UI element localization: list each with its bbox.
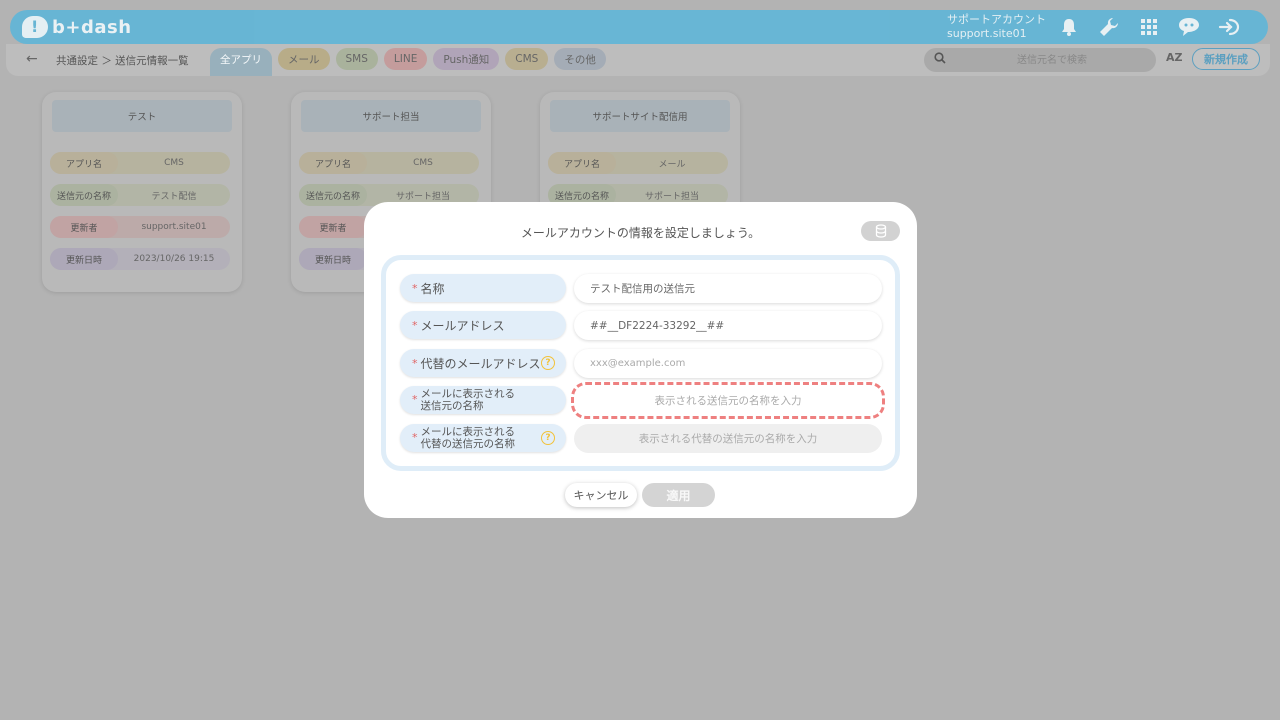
search-box [924, 48, 1156, 72]
form-row-email: * メールアドレス ##__DF2224-33292__## [400, 311, 898, 341]
help-icon[interactable]: ? [541, 431, 555, 445]
modal-title: メールアカウントの情報を設定しましょう。 [520, 226, 761, 240]
field-label-alt-display-name: * メールに表示される 代替の送信元の名称 ? [400, 424, 566, 452]
email-input[interactable]: ##__DF2224-33292__## [574, 311, 882, 340]
create-new-button[interactable]: 新規作成 [1192, 48, 1260, 70]
field-label-text-wrap: メールに表示される 送信元の名称 [421, 388, 516, 412]
tab-other[interactable]: その他 [554, 48, 606, 70]
card-row: アプリ名 メール [548, 152, 728, 174]
form-row-alt-display-name: * メールに表示される 代替の送信元の名称 ? 表示される代替の送信元の名称を入… [400, 424, 898, 454]
field-label-display-name: * メールに表示される 送信元の名称 [400, 386, 566, 414]
bell-icon[interactable] [1058, 16, 1080, 38]
card-value: support.site01 [141, 222, 207, 232]
wrench-icon[interactable] [1098, 16, 1120, 38]
card-key: アプリ名 [299, 152, 367, 174]
form-row-alt-email: * 代替のメールアドレス ? xxx@example.com [400, 349, 898, 379]
field-label-text: メールアドレス [420, 318, 505, 333]
card-key: アプリ名 [50, 152, 118, 174]
logo[interactable]: b+dash [22, 15, 132, 39]
cancel-button[interactable]: キャンセル [565, 483, 637, 507]
account-id: support.site01 [947, 27, 1027, 40]
card-value: テスト配信 [151, 191, 197, 202]
required-mark: * [412, 431, 418, 444]
form-frame: * 名称 テスト配信用の送信元 * メールアドレス ##__DF2224-332… [381, 255, 900, 471]
card-row: アプリ名 CMS [299, 152, 479, 174]
display-name-input[interactable]: 表示される送信元の名称を入力 [571, 382, 885, 419]
card-key: 送信元の名称 [299, 184, 367, 206]
back-arrow-icon[interactable]: ← [26, 51, 38, 67]
help-icon[interactable]: ? [541, 356, 555, 370]
sender-card[interactable]: テスト アプリ名 CMS 送信元の名称 テスト配信 更新者 support.si… [42, 92, 242, 292]
card-key: 送信元の名称 [50, 184, 118, 206]
field-label-name: * 名称 [400, 274, 566, 302]
tab-all-apps[interactable]: 全アプリ [210, 48, 272, 76]
card-key: アプリ名 [548, 152, 616, 174]
sub-toolbar: ← 共通設定 ＞ 送信元情報一覧 全アプリ メール SMS LINE Push通… [6, 44, 1270, 76]
field-label-line1: メールに表示される [420, 426, 516, 438]
sort-az-icon[interactable]: AZ [1166, 51, 1183, 64]
card-title: サポート担当 [301, 100, 481, 132]
field-label-text: 名称 [420, 281, 445, 296]
card-value: メール [658, 159, 686, 170]
card-row: 更新日時 2023/10/26 19:15 [50, 248, 230, 270]
field-label-line1: メールに表示される [420, 388, 516, 400]
tab-line[interactable]: LINE [383, 48, 428, 70]
card-value: サポート担当 [644, 191, 699, 202]
logo-text: b+dash [52, 16, 132, 38]
card-key: 更新日時 [299, 248, 367, 270]
mail-account-modal: メールアカウントの情報を設定しましょう。 * 名称 テスト配信用の送信元 * メ… [364, 202, 917, 518]
field-label-line2: 代替の送信元の名称 [420, 438, 516, 450]
apply-button[interactable]: 適用 [642, 483, 715, 507]
alt-display-name-input: 表示される代替の送信元の名称を入力 [574, 424, 882, 453]
account-name: サポートアカウント [947, 13, 1046, 26]
card-value: CMS [164, 158, 184, 168]
card-key: 更新者 [299, 216, 367, 238]
card-row: 更新者 support.site01 [50, 216, 230, 238]
app-header: b+dash サポートアカウント support.site01 [10, 10, 1268, 44]
field-label-alt-email: * 代替のメールアドレス ? [400, 349, 566, 377]
card-row: アプリ名 CMS [50, 152, 230, 174]
card-value: サポート担当 [395, 191, 450, 202]
chat-bot-icon[interactable] [1178, 16, 1200, 38]
logo-mark-icon [22, 16, 48, 38]
field-label-text-wrap: メールに表示される 代替の送信元の名称 [421, 426, 516, 450]
field-label-email: * メールアドレス [400, 311, 566, 339]
form-row-name: * 名称 テスト配信用の送信元 [400, 274, 898, 304]
tab-sms[interactable]: SMS [335, 48, 378, 70]
card-value: CMS [413, 158, 433, 168]
required-mark: * [412, 393, 418, 406]
search-input[interactable] [954, 51, 1150, 69]
required-mark: * [412, 281, 418, 295]
card-title: テスト [52, 100, 232, 132]
tab-push[interactable]: Push通知 [433, 48, 500, 70]
alt-email-input[interactable]: xxx@example.com [574, 349, 882, 378]
form-row-display-name: * メールに表示される 送信元の名称 表示される送信元の名称を入力 [400, 382, 898, 419]
search-icon [934, 52, 946, 67]
database-icon[interactable] [861, 221, 900, 241]
logout-icon[interactable] [1218, 16, 1240, 38]
name-input[interactable]: テスト配信用の送信元 [574, 274, 882, 303]
required-mark: * [412, 356, 418, 370]
card-key: 更新者 [50, 216, 118, 238]
app-filter-tabs: 全アプリ メール SMS LINE Push通知 CMS その他 [210, 48, 606, 76]
field-label-text: 代替のメールアドレス [420, 356, 541, 371]
apps-grid-icon[interactable] [1138, 16, 1160, 38]
tab-mail[interactable]: メール [278, 48, 330, 70]
card-key: 更新日時 [50, 248, 118, 270]
card-row: 送信元の名称 テスト配信 [50, 184, 230, 206]
card-title: サポートサイト配信用 [550, 100, 730, 132]
card-value: 2023/10/26 19:15 [133, 254, 215, 264]
account-info[interactable]: サポートアカウント support.site01 [947, 13, 1046, 41]
required-mark: * [412, 318, 418, 332]
tab-cms[interactable]: CMS [505, 48, 549, 70]
field-label-line2: 送信元の名称 [420, 400, 484, 412]
breadcrumb[interactable]: 共通設定 ＞ 送信元情報一覧 [56, 53, 189, 68]
